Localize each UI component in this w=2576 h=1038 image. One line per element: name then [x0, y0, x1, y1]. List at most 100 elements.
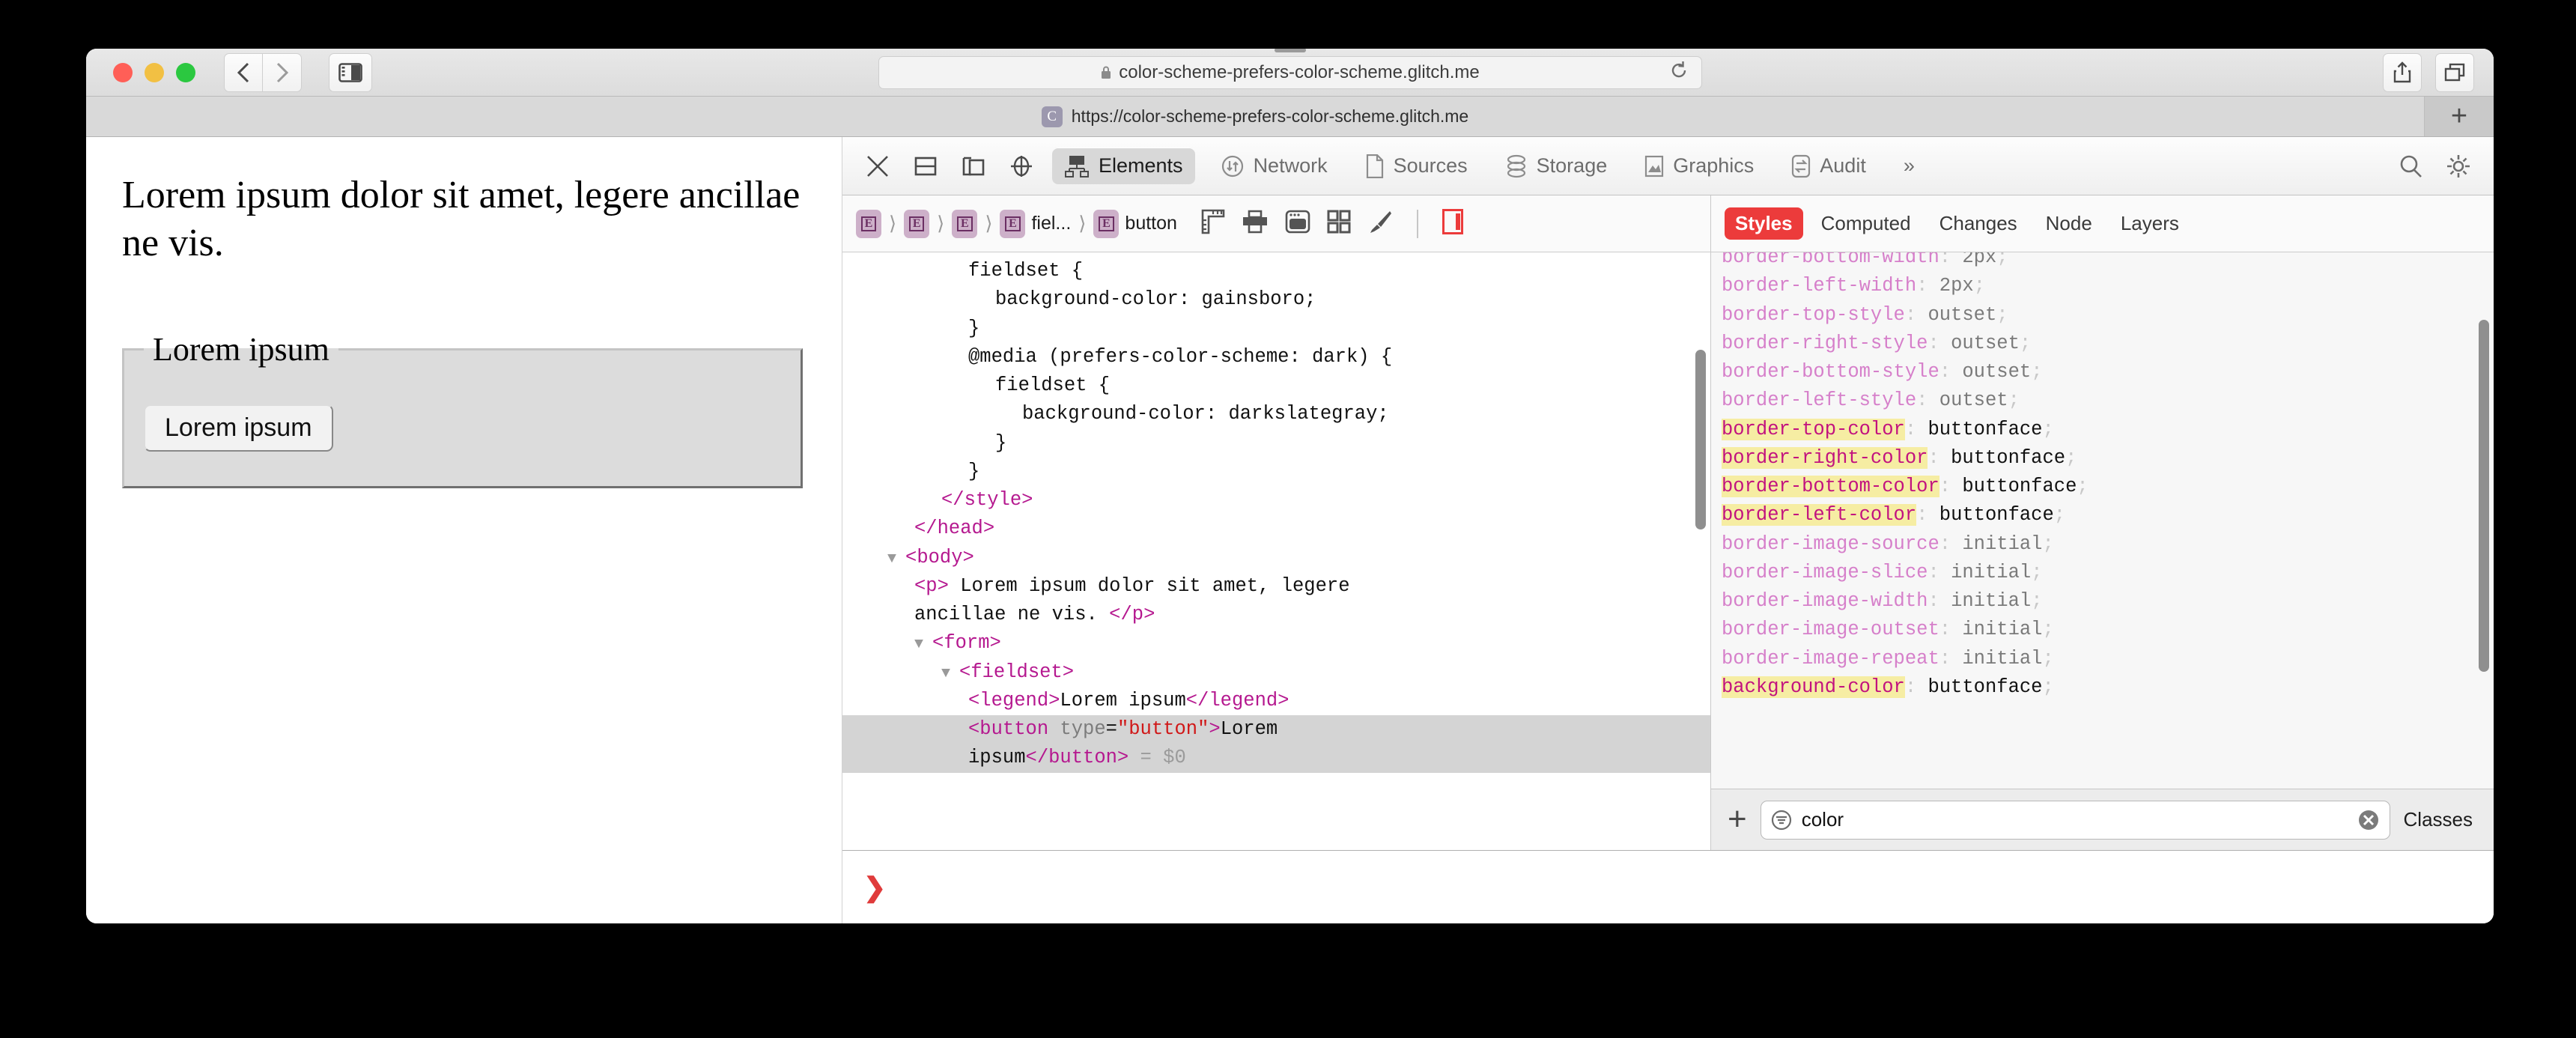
devtools-settings-button[interactable]: [2437, 145, 2480, 188]
tab-network[interactable]: Network: [1209, 148, 1340, 185]
dom-tree[interactable]: fieldset {background-color: gainsboro;} @…: [842, 252, 1710, 850]
tab-graphics-label: Graphics: [1673, 154, 1755, 177]
breadcrumb-item-2[interactable]: E: [949, 209, 980, 238]
style-declaration[interactable]: border-top-color: buttonface;: [1711, 416, 2494, 444]
style-declaration[interactable]: border-left-style: outset;: [1711, 386, 2494, 415]
back-button[interactable]: [224, 52, 263, 92]
layout-ruler-button[interactable]: [1200, 209, 1225, 238]
tab-overview-button[interactable]: [2435, 52, 2474, 92]
nav-buttons[interactable]: [224, 52, 302, 92]
dom-line[interactable]: <p> Lorem ipsum dolor sit amet, legere: [842, 572, 1710, 601]
toggle-styles-panel-button[interactable]: [1442, 209, 1463, 238]
dom-line[interactable]: fieldset {: [842, 257, 1710, 285]
style-declaration[interactable]: border-bottom-width: 2px;: [1711, 252, 2494, 272]
style-declaration[interactable]: border-image-source: initial;: [1711, 530, 2494, 559]
styles-declaration-list[interactable]: border-bottom-width: 2px; border-left-wid…: [1711, 252, 2494, 789]
style-declaration[interactable]: border-right-style: outset;: [1711, 330, 2494, 358]
dom-token-tag: </head>: [914, 518, 995, 540]
style-property-name: border-right-style: [1722, 332, 1928, 354]
dom-line[interactable]: @media (prefers-color-scheme: dark) {: [842, 343, 1710, 371]
dom-line[interactable]: <button type="button">Lorem: [842, 715, 1710, 744]
style-declaration[interactable]: border-image-slice: initial;: [1711, 559, 2494, 587]
styles-tab-node[interactable]: Node: [2035, 207, 2103, 240]
boxes-grid-button[interactable]: [1327, 210, 1351, 237]
style-declaration[interactable]: border-top-style: outset;: [1711, 301, 2494, 330]
styles-tab-computed[interactable]: Computed: [1811, 207, 1922, 240]
tabs-overflow-button[interactable]: »: [1892, 148, 1927, 184]
dom-line[interactable]: }: [842, 458, 1710, 486]
style-declaration[interactable]: border-left-width: 2px;: [1711, 272, 2494, 300]
window-controls[interactable]: [113, 62, 195, 82]
network-arrows-icon: [1221, 155, 1243, 177]
styles-scrollbar[interactable]: [2479, 320, 2489, 672]
dom-line[interactable]: ancillae ne vis. </p>: [842, 601, 1710, 629]
dom-line[interactable]: ▼ <body>: [842, 544, 1710, 572]
dom-line[interactable]: fieldset {: [842, 371, 1710, 400]
style-declaration[interactable]: border-right-color: buttonface;: [1711, 444, 2494, 473]
console-drawer[interactable]: ❯: [842, 49, 2494, 923]
tab-elements-label: Elements: [1099, 154, 1183, 177]
dock-bottom-button[interactable]: [904, 145, 947, 188]
styles-filter-input[interactable]: color: [1760, 800, 2390, 840]
dom-line[interactable]: background-color: darkslategray;: [842, 400, 1710, 428]
classes-button[interactable]: Classes: [2404, 808, 2477, 831]
close-devtools-button[interactable]: [856, 145, 899, 188]
style-declaration[interactable]: border-left-color: buttonface;: [1711, 501, 2494, 529]
address-bar[interactable]: color-scheme-prefers-color-scheme.glitch…: [878, 55, 1702, 89]
devtools: Elements Network Sources Storage Graphic…: [842, 49, 2494, 923]
dom-line[interactable]: }: [842, 315, 1710, 343]
clear-icon[interactable]: [2357, 808, 2381, 832]
tab-elements[interactable]: Elements: [1052, 148, 1195, 184]
breadcrumb-label: fiel...: [1031, 213, 1072, 234]
inspect-element-button[interactable]: [1000, 145, 1043, 188]
titlebar-right-buttons[interactable]: [2383, 52, 2474, 92]
console-resize-grip[interactable]: [1274, 49, 1306, 52]
dock-right-button[interactable]: [952, 145, 995, 188]
new-tab-button[interactable]: +: [2425, 97, 2494, 136]
sidebar-toggle-button[interactable]: [329, 52, 372, 92]
style-declaration[interactable]: border-image-outset: initial;: [1711, 616, 2494, 644]
dom-line[interactable]: ipsum</button> = $0: [842, 744, 1710, 773]
breadcrumb-item-0[interactable]: E: [853, 209, 884, 238]
tab-sources[interactable]: Sources: [1353, 148, 1480, 185]
browser-tab[interactable]: C https://color-scheme-prefers-color-sch…: [86, 97, 2425, 136]
devtools-search-button[interactable]: [2389, 145, 2432, 188]
tab-storage[interactable]: Storage: [1493, 148, 1620, 185]
style-declaration[interactable]: background-color: buttonface;: [1711, 673, 2494, 702]
dom-line[interactable]: </head>: [842, 515, 1710, 543]
tab-graphics[interactable]: Graphics: [1632, 148, 1766, 185]
share-button[interactable]: [2383, 52, 2422, 92]
print-media-button[interactable]: [1242, 210, 1269, 237]
dom-line[interactable]: ▼ <fieldset>: [842, 658, 1710, 687]
browser-window-button[interactable]: [1285, 210, 1310, 237]
breadcrumb-item-fieldset[interactable]: E fiel...: [997, 209, 1074, 238]
paintbrush-button[interactable]: [1367, 210, 1393, 237]
style-declaration[interactable]: border-image-width: initial;: [1711, 587, 2494, 616]
page-button[interactable]: Lorem ipsum: [144, 404, 333, 452]
tab-audit[interactable]: Audit: [1779, 148, 1878, 185]
reload-button[interactable]: [1670, 61, 1688, 84]
dom-line[interactable]: <legend>Lorem ipsum</legend>: [842, 687, 1710, 715]
page-paragraph: Lorem ipsum dolor sit amet, legere ancil…: [122, 174, 801, 264]
style-property-name: border-image-width: [1722, 590, 1928, 612]
minimize-window-button[interactable]: [145, 62, 164, 82]
dom-line[interactable]: </style>: [842, 486, 1710, 515]
breadcrumb-item-1[interactable]: E: [901, 209, 932, 238]
forward-button[interactable]: [263, 52, 302, 92]
style-declaration[interactable]: border-bottom-style: outset;: [1711, 358, 2494, 386]
styles-tab-styles[interactable]: Styles: [1725, 207, 1803, 240]
add-style-rule-button[interactable]: +: [1728, 803, 1747, 836]
style-declaration[interactable]: border-image-repeat: initial;: [1711, 645, 2494, 673]
dom-line[interactable]: }: [842, 429, 1710, 458]
style-declaration[interactable]: border-bottom-color: buttonface;: [1711, 473, 2494, 501]
styles-tab-layers[interactable]: Layers: [2110, 207, 2190, 240]
close-window-button[interactable]: [113, 62, 133, 82]
sidebar-toggle-icon: [338, 62, 362, 82]
dom-token-plain: }: [968, 317, 980, 339]
styles-tab-changes[interactable]: Changes: [1929, 207, 2028, 240]
dom-line[interactable]: background-color: gainsboro;: [842, 285, 1710, 314]
maximize-window-button[interactable]: [176, 62, 195, 82]
breadcrumb-item-button[interactable]: E button: [1090, 209, 1180, 238]
dom-scrollbar[interactable]: [1695, 350, 1706, 529]
dom-line[interactable]: ▼ <form>: [842, 629, 1710, 658]
